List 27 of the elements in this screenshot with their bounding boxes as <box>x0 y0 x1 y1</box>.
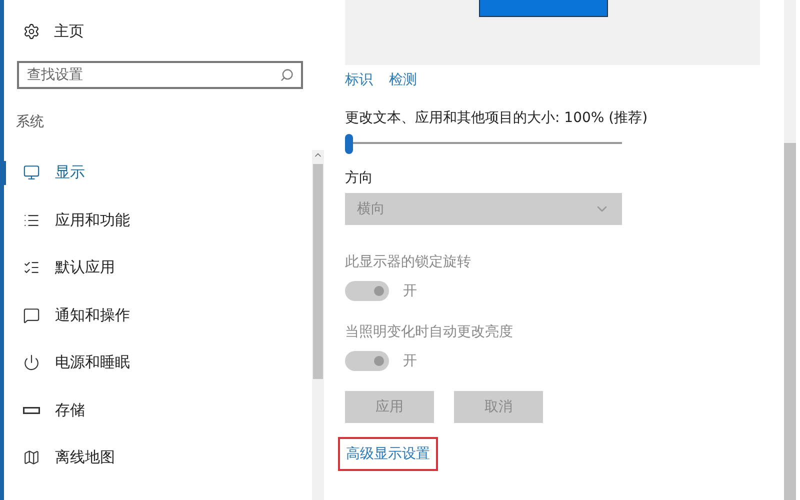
sidebar-item[interactable]: 显示 <box>4 149 312 196</box>
search-field[interactable]: 查找设置 <box>17 61 303 89</box>
sidebar-item[interactable]: 离线地图 <box>4 434 312 482</box>
toggle-state: 开 <box>403 352 417 370</box>
monitor-icon <box>23 164 40 182</box>
orientation-label: 方向 <box>345 169 374 187</box>
sidebar-item[interactable]: 通知和操作 <box>4 292 312 339</box>
toggle-label: 此显示器的锁定旋转 <box>345 253 472 271</box>
link[interactable]: 检测 <box>389 71 417 89</box>
search-icon <box>280 68 294 82</box>
monitor-drawing[interactable] <box>479 0 608 17</box>
advanced-display-settings-link[interactable]: 高级显示设置 <box>338 437 438 471</box>
sidebar-item[interactable]: 应用和功能 <box>4 196 312 244</box>
sidebar-item[interactable]: 电源和睡眠 <box>4 339 312 386</box>
speech-bubble-icon <box>23 306 40 324</box>
sidebar-item[interactable]: 默认应用 <box>4 244 312 292</box>
map-icon <box>23 449 40 466</box>
storage-icon <box>23 406 40 414</box>
toggle-label: 当照明变化时自动更改亮度 <box>345 323 514 341</box>
home-link[interactable]: 主页 <box>54 22 84 40</box>
link[interactable]: 标识 <box>345 71 373 89</box>
power-icon <box>23 354 40 372</box>
settings-icon <box>23 22 40 40</box>
toggle-state: 开 <box>403 282 417 300</box>
section-heading: 系统 <box>16 113 45 131</box>
scale-label: 更改文本、应用和其他项目的大小: 100% (推荐) <box>345 109 649 127</box>
sidebar-item[interactable]: 存储 <box>4 386 312 434</box>
